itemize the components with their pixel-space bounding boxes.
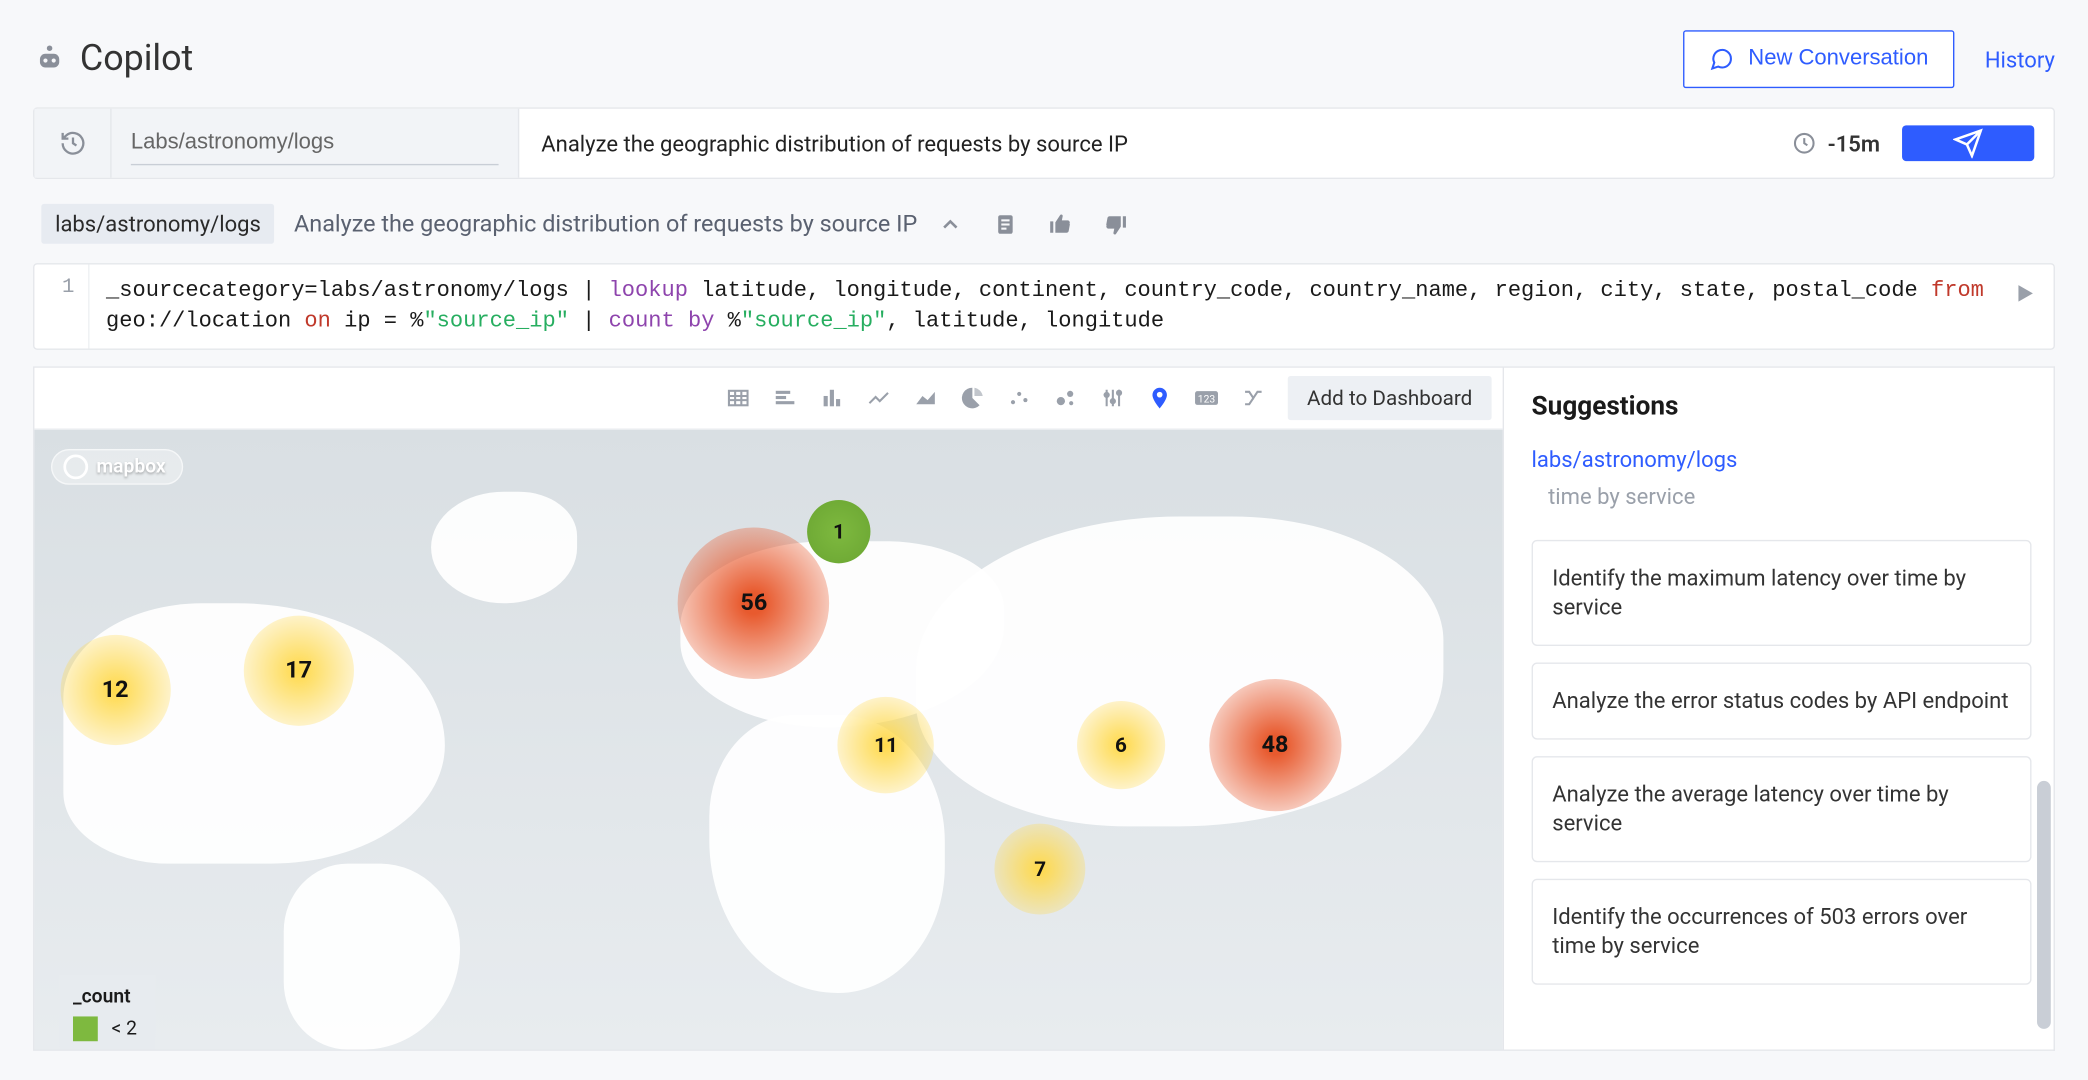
suggestions-panel: Suggestions labs/astronomy/logs time by … xyxy=(1504,366,2055,1051)
suggestion-item[interactable]: Analyze the error status codes by API en… xyxy=(1532,662,2032,739)
bar-chart-icon[interactable] xyxy=(811,377,852,418)
legend-row-label: < 2 xyxy=(112,1018,137,1040)
prompt-echo-row: labs/astronomy/logs Analyze the geograph… xyxy=(0,179,2088,258)
add-to-dashboard-button[interactable]: Add to Dashboard xyxy=(1288,376,1492,420)
scatter-chart-icon[interactable] xyxy=(999,377,1040,418)
map-bubble[interactable]: 6 xyxy=(1077,701,1165,789)
suggestion-item[interactable]: Identify the occurrences of 503 errors o… xyxy=(1532,878,2032,984)
pie-chart-icon[interactable] xyxy=(952,377,993,418)
app-header: Copilot New Conversation History xyxy=(0,0,2088,107)
map-bubble[interactable]: 1 xyxy=(807,500,870,563)
map-bubble[interactable]: 48 xyxy=(1209,679,1341,811)
legend-title: _count xyxy=(73,986,137,1008)
map-visualization[interactable]: mapbox _count < 2 1561217116487 xyxy=(34,429,1502,1049)
prompt-action-icons xyxy=(937,210,1130,238)
map-bubble[interactable]: 12 xyxy=(60,635,170,745)
visualization-panel: 123 Add to Dashboard mapbox _count xyxy=(33,366,1504,1051)
clock-icon xyxy=(1792,131,1817,156)
header-right: New Conversation History xyxy=(1684,30,2055,88)
settings-sliders-icon[interactable] xyxy=(1092,377,1133,418)
legend-swatch-green xyxy=(73,1016,98,1041)
map-pin-icon[interactable] xyxy=(1139,377,1180,418)
document-icon[interactable] xyxy=(992,210,1020,238)
mapbox-label: mapbox xyxy=(96,456,165,478)
new-conversation-label: New Conversation xyxy=(1748,47,1928,72)
legend-row: < 2 xyxy=(73,1016,137,1041)
map-bubble[interactable]: 7 xyxy=(995,824,1086,915)
thumbs-down-icon[interactable] xyxy=(1102,210,1130,238)
area-chart-icon[interactable] xyxy=(905,377,946,418)
results-area: 123 Add to Dashboard mapbox _count xyxy=(33,366,2055,1051)
time-range-value: -15m xyxy=(1828,130,1880,156)
single-value-icon[interactable]: 123 xyxy=(1186,377,1227,418)
suggestions-title: Suggestions xyxy=(1532,389,2032,421)
chat-icon xyxy=(1710,47,1735,72)
header-left: Copilot xyxy=(33,39,193,80)
suggestion-item[interactable]: Identify the maximum latency over time b… xyxy=(1532,540,2032,646)
run-query-button[interactable] xyxy=(2012,281,2037,311)
map-bubble[interactable]: 17 xyxy=(244,616,354,726)
prompt-echo-text: Analyze the geographic distribution of r… xyxy=(294,210,917,238)
line-chart-icon[interactable] xyxy=(858,377,899,418)
sankey-icon[interactable] xyxy=(1233,377,1274,418)
scrollbar-thumb[interactable] xyxy=(2037,781,2051,1029)
suggestions-list: time by service Identify the maximum lat… xyxy=(1532,483,2032,1049)
suggestion-item[interactable]: Analyze the average latency over time by… xyxy=(1532,756,2032,862)
thumbs-up-icon[interactable] xyxy=(1047,210,1075,238)
code-line-number: 1 xyxy=(34,264,89,348)
table-view-icon[interactable] xyxy=(718,377,759,418)
submit-query-button[interactable] xyxy=(1902,125,2034,161)
time-range-picker[interactable]: -15m xyxy=(1770,109,1902,178)
map-bubble[interactable]: 56 xyxy=(678,527,830,679)
play-icon xyxy=(2012,281,2037,306)
page-title: Copilot xyxy=(80,39,193,80)
source-input-wrap xyxy=(112,122,518,165)
landmass xyxy=(915,516,1444,826)
natural-language-query-input[interactable]: Analyze the geographic distribution of r… xyxy=(519,109,1770,178)
prompt-source-tag: labs/astronomy/logs xyxy=(41,204,274,244)
code-content[interactable]: _sourcecategory=labs/astronomy/logs | lo… xyxy=(90,264,2054,348)
query-bar: Analyze the geographic distribution of r… xyxy=(33,107,2055,179)
suggestion-item-partial[interactable]: time by service xyxy=(1532,483,2032,523)
history-clock-button[interactable] xyxy=(34,109,111,178)
source-category-input[interactable] xyxy=(131,122,499,165)
bubble-chart-icon[interactable] xyxy=(1045,377,1086,418)
generated-query-block: 1 _sourcecategory=labs/astronomy/logs | … xyxy=(33,263,2055,349)
landmass xyxy=(431,491,578,603)
clock-history-icon xyxy=(59,129,87,157)
svg-text:123: 123 xyxy=(1198,392,1216,405)
suggestions-source-link[interactable]: labs/astronomy/logs xyxy=(1532,446,2032,472)
hbar-chart-icon[interactable] xyxy=(764,377,805,418)
send-icon xyxy=(1953,128,1983,158)
mapbox-attribution: mapbox xyxy=(51,449,184,485)
map-legend: _count < 2 xyxy=(59,975,156,1049)
new-conversation-button[interactable]: New Conversation xyxy=(1684,30,1955,88)
copilot-robot-icon xyxy=(33,43,66,76)
viz-toolbar: 123 Add to Dashboard xyxy=(34,367,1502,429)
landmass xyxy=(284,863,460,1049)
query-bar-left xyxy=(34,109,519,178)
history-link[interactable]: History xyxy=(1985,46,2055,72)
collapse-chevron-icon[interactable] xyxy=(937,210,965,238)
